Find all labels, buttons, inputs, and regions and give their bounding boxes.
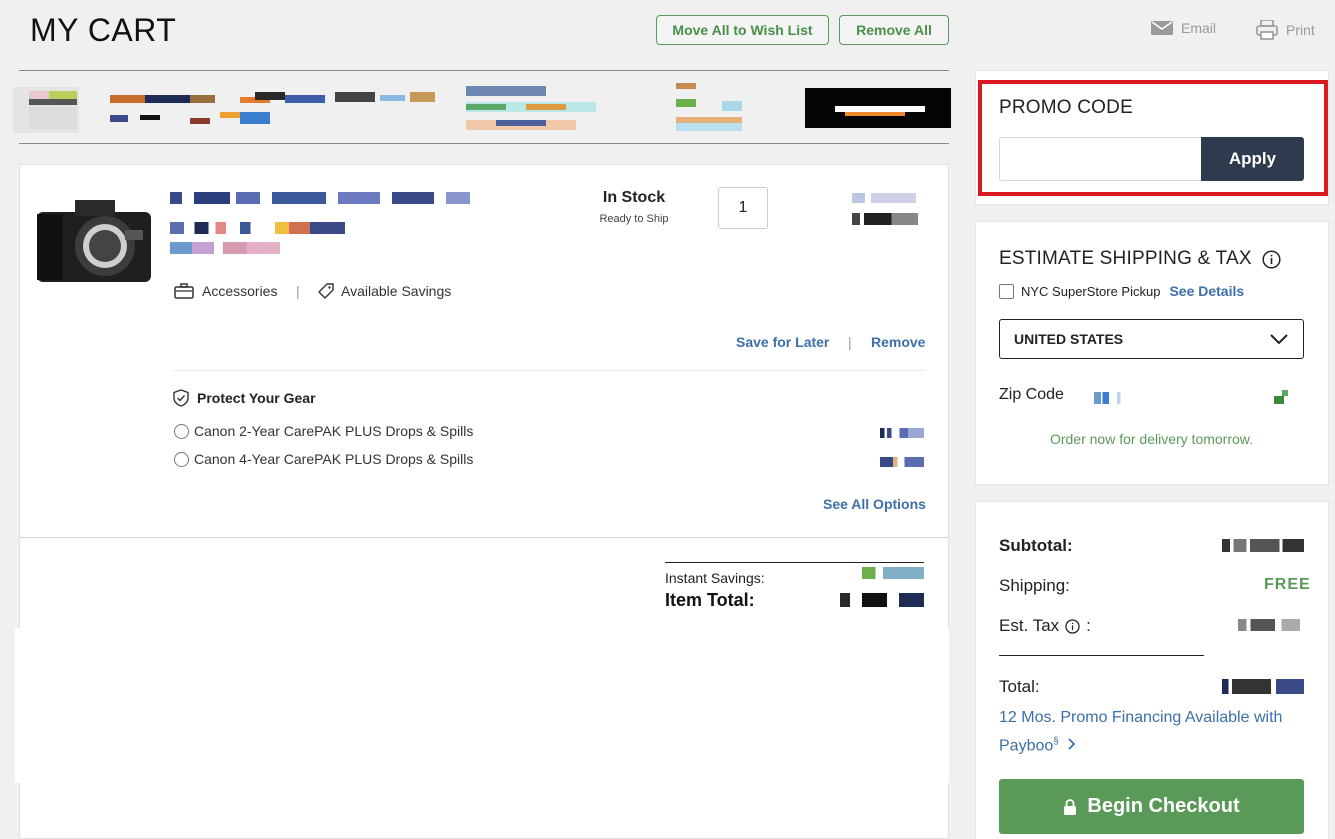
shipping-label: Shipping: xyxy=(999,576,1070,595)
item-total-value xyxy=(840,593,924,607)
financing-footnote-mark: § xyxy=(1053,736,1059,747)
est-tax-label: Est. Tax xyxy=(999,616,1060,635)
briefcase-icon xyxy=(174,283,194,299)
est-tax-value xyxy=(1238,619,1300,631)
quantity-input[interactable]: 1 xyxy=(718,187,768,229)
instant-savings-label: Instant Savings: xyxy=(665,570,765,586)
item-price xyxy=(850,193,918,227)
print-label: Print xyxy=(1286,22,1315,38)
est-tax-colon: : xyxy=(1086,616,1091,635)
page-title: MY CART xyxy=(30,12,177,48)
divider xyxy=(19,143,949,144)
total-label: Total: xyxy=(999,677,1040,696)
promo-code-title: PROMO CODE xyxy=(999,97,1133,118)
accessories-label: Accessories xyxy=(202,283,278,299)
separator: | xyxy=(848,334,852,350)
divider xyxy=(665,562,924,563)
email-label: Email xyxy=(1181,20,1217,36)
separator: | xyxy=(296,283,300,299)
est-tax-row: Est. Tax : xyxy=(999,616,1091,636)
financing-text: 12 Mos. Promo Financing Available with P… xyxy=(999,709,1283,755)
protection-option-2yr[interactable]: Canon 2-Year CarePAK PLUS Drops & Spills xyxy=(174,423,473,439)
total-value xyxy=(1222,679,1304,694)
divider xyxy=(19,70,949,71)
divider xyxy=(999,655,1204,656)
tag-icon xyxy=(318,283,334,299)
banner-image-3 xyxy=(466,86,596,133)
protection-price xyxy=(880,457,924,467)
payboo-financing-link[interactable]: 12 Mos. Promo Financing Available with P… xyxy=(999,706,1309,758)
product-title[interactable] xyxy=(170,188,470,258)
location-icon[interactable] xyxy=(1274,390,1290,404)
begin-checkout-label: Begin Checkout xyxy=(1087,795,1240,817)
protect-gear-heading: Protect Your Gear xyxy=(173,389,316,407)
store-pickup-option[interactable]: NYC SuperStore Pickup See Details xyxy=(999,283,1244,299)
radio-button[interactable] xyxy=(174,423,189,439)
item-total-label: Item Total: xyxy=(665,590,755,610)
protect-gear-title: Protect Your Gear xyxy=(197,390,316,406)
apply-button[interactable]: Apply xyxy=(1201,137,1304,181)
zip-code-label: Zip Code xyxy=(999,386,1064,403)
remove-item-link[interactable]: Remove xyxy=(871,334,925,350)
estimate-shipping-heading: ESTIMATE SHIPPING & TAX xyxy=(999,248,1281,270)
email-icon xyxy=(1151,21,1173,35)
subtotal-value xyxy=(1222,539,1304,552)
camera-icon xyxy=(37,200,151,282)
cart-card-footer xyxy=(15,628,949,783)
banner-image-1 xyxy=(13,87,79,133)
save-for-later-link[interactable]: Save for Later xyxy=(736,334,829,350)
subtotal-label: Subtotal: xyxy=(999,536,1073,555)
product-image[interactable] xyxy=(37,200,151,284)
see-all-options-link[interactable]: See All Options xyxy=(823,496,926,512)
estimate-shipping-title: ESTIMATE SHIPPING & TAX xyxy=(999,248,1252,269)
move-all-to-wishlist-button[interactable]: Move All to Wish List xyxy=(656,15,829,45)
remove-all-button[interactable]: Remove All xyxy=(839,15,949,45)
radio-button[interactable] xyxy=(174,451,189,467)
accessories-link[interactable]: Accessories xyxy=(174,283,277,299)
pickup-label: NYC SuperStore Pickup xyxy=(1021,283,1161,299)
delivery-note: Order now for delivery tomorrow. xyxy=(1049,431,1254,447)
instant-savings-value xyxy=(862,567,924,579)
protection-option-4yr[interactable]: Canon 4-Year CarePAK PLUS Drops & Spills xyxy=(174,451,473,467)
ship-status: Ready to Ship xyxy=(599,213,669,225)
info-icon[interactable] xyxy=(1065,618,1080,634)
lock-icon xyxy=(1064,798,1077,815)
banner-image-5 xyxy=(805,88,951,128)
begin-checkout-button[interactable]: Begin Checkout xyxy=(999,779,1304,834)
banner-image-4 xyxy=(676,83,742,133)
print-link[interactable]: Print xyxy=(1256,20,1315,40)
country-select[interactable]: UNITED STATES xyxy=(999,319,1304,359)
shipping-value: FREE xyxy=(1264,576,1311,593)
available-savings-link[interactable]: Available Savings xyxy=(318,283,451,299)
protection-option-label: Canon 2-Year CarePAK PLUS Drops & Spills xyxy=(194,423,474,439)
stock-status: In Stock xyxy=(602,189,666,206)
chevron-right-icon xyxy=(1068,738,1076,750)
see-details-link[interactable]: See Details xyxy=(1169,283,1244,299)
country-value: UNITED STATES xyxy=(1014,331,1124,347)
printer-icon xyxy=(1256,20,1278,40)
protection-option-label: Canon 4-Year CarePAK PLUS Drops & Spills xyxy=(194,451,474,467)
info-icon[interactable] xyxy=(1262,249,1281,269)
shield-check-icon xyxy=(173,389,189,407)
divider xyxy=(172,370,925,371)
zip-code-value[interactable] xyxy=(1094,392,1132,404)
available-savings-label: Available Savings xyxy=(341,283,452,299)
divider xyxy=(19,537,949,538)
promo-code-input[interactable] xyxy=(999,137,1202,181)
protection-price xyxy=(880,428,924,438)
pickup-checkbox[interactable] xyxy=(999,283,1014,299)
chevron-down-icon xyxy=(1270,334,1288,345)
email-link[interactable]: Email xyxy=(1151,20,1216,36)
banner-image-2 xyxy=(110,90,435,125)
